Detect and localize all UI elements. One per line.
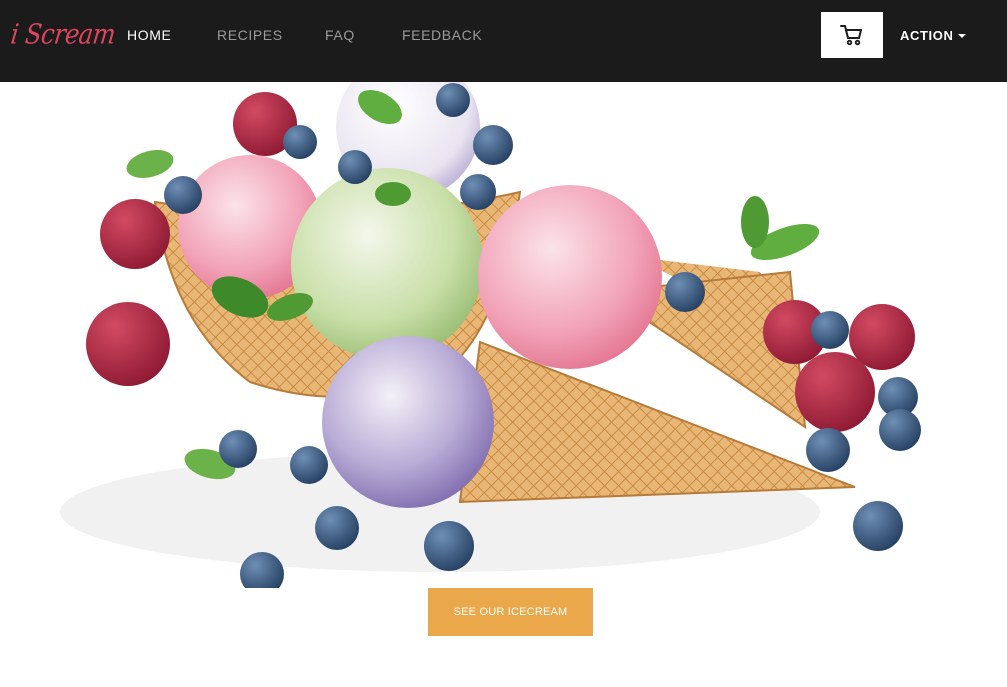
shopping-cart-icon bbox=[840, 25, 862, 46]
nav-item-recipes[interactable]: RECIPES bbox=[217, 27, 283, 43]
nav-item-home[interactable]: HOME bbox=[127, 27, 171, 43]
see-icecream-button[interactable]: SEE OUR ICECREAM bbox=[428, 588, 593, 636]
caret-down-icon bbox=[958, 33, 967, 38]
action-label: ACTION bbox=[900, 28, 954, 43]
nav-item-faq[interactable]: FAQ bbox=[325, 27, 355, 43]
nav-item-feedback[interactable]: FEEDBACK bbox=[402, 27, 482, 43]
cart-button[interactable] bbox=[821, 12, 883, 58]
hero-image bbox=[60, 55, 940, 596]
action-dropdown[interactable]: ACTION bbox=[900, 28, 967, 43]
navbar: i Scream HOME RECIPES FAQ FEEDBACK ACTIO… bbox=[0, 0, 1007, 82]
brand-logo[interactable]: i Scream bbox=[9, 18, 117, 50]
